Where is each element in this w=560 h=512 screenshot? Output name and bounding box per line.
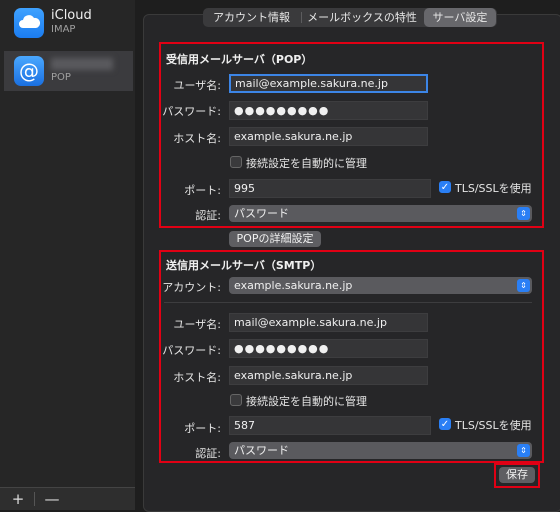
incoming-username-label: ユーザ名:: [173, 79, 222, 92]
account-type: IMAP: [51, 24, 76, 35]
tab-mailbox-behaviors[interactable]: メールボックスの特性: [302, 8, 422, 27]
pop-advanced-settings-button[interactable]: POPの詳細設定: [229, 231, 321, 247]
divider: [164, 302, 532, 303]
incoming-section-title: 受信用メールサーバ（POP）: [166, 53, 313, 66]
outgoing-tls-label: TLS/SSLを使用: [455, 419, 532, 432]
outgoing-port-label: ポート:: [184, 422, 221, 435]
at-sign-icon: @: [14, 56, 44, 86]
icloud-icon: [14, 8, 44, 38]
outgoing-auth-label: 認証:: [195, 447, 221, 460]
account-name-redacted: [51, 58, 113, 70]
incoming-auto-manage-label: 接続設定を自動的に管理: [246, 157, 367, 170]
incoming-password-label: パスワード:: [162, 105, 221, 118]
outgoing-password-label: パスワード:: [162, 344, 221, 357]
account-sidebar: iCloud IMAP @ POP + —: [0, 0, 135, 510]
tab-server-settings[interactable]: サーバ設定: [424, 8, 496, 27]
outgoing-auth-select[interactable]: パスワード ⇕: [229, 442, 532, 459]
divider: [34, 492, 35, 506]
outgoing-account-label: アカウント:: [162, 281, 221, 294]
remove-account-button[interactable]: —: [37, 488, 67, 510]
incoming-auth-label: 認証:: [195, 209, 221, 222]
incoming-password-field[interactable]: ●●●●●●●●●: [229, 101, 428, 120]
tab-account-info[interactable]: アカウント情報: [203, 8, 300, 27]
outgoing-username-label: ユーザ名:: [173, 318, 222, 331]
incoming-tls-label: TLS/SSLを使用: [455, 182, 532, 195]
outgoing-auth-value: パスワード: [234, 444, 289, 457]
save-button[interactable]: 保存: [499, 467, 535, 483]
account-item-pop[interactable]: @ POP: [4, 51, 133, 91]
outgoing-account-select[interactable]: example.sakura.ne.jp ⇕: [229, 277, 532, 294]
incoming-tls-checkbox[interactable]: ✓: [439, 181, 451, 193]
incoming-auth-select[interactable]: パスワード ⇕: [229, 205, 532, 222]
add-account-button[interactable]: +: [3, 488, 33, 510]
incoming-username-field[interactable]: mail@example.sakura.ne.jp: [229, 74, 428, 93]
outgoing-host-label: ホスト名:: [173, 371, 221, 384]
outgoing-host-field[interactable]: example.sakura.ne.jp: [229, 366, 428, 385]
chevron-updown-icon: ⇕: [517, 207, 530, 220]
account-item-icloud[interactable]: iCloud IMAP: [4, 3, 133, 43]
incoming-host-field[interactable]: example.sakura.ne.jp: [229, 127, 428, 146]
chevron-updown-icon: ⇕: [517, 279, 530, 292]
chevron-updown-icon: ⇕: [517, 444, 530, 457]
outgoing-auto-manage-label: 接続設定を自動的に管理: [246, 395, 367, 408]
outgoing-auto-manage-checkbox[interactable]: [230, 394, 242, 406]
incoming-auth-value: パスワード: [234, 207, 289, 220]
outgoing-account-value: example.sakura.ne.jp: [234, 279, 353, 292]
account-name: iCloud: [51, 8, 92, 23]
sidebar-toolbar: + —: [0, 487, 135, 510]
tab-bar: アカウント情報 メールボックスの特性 サーバ設定: [203, 8, 497, 27]
incoming-port-field[interactable]: 995: [229, 179, 431, 198]
outgoing-password-field[interactable]: ●●●●●●●●●: [229, 339, 428, 358]
outgoing-port-field[interactable]: 587: [229, 416, 431, 435]
incoming-port-label: ポート:: [184, 184, 221, 197]
outgoing-tls-checkbox[interactable]: ✓: [439, 418, 451, 430]
incoming-host-label: ホスト名:: [173, 132, 221, 145]
incoming-auto-manage-checkbox[interactable]: [230, 156, 242, 168]
outgoing-section-title: 送信用メールサーバ（SMTP）: [166, 259, 322, 272]
outgoing-username-field[interactable]: mail@example.sakura.ne.jp: [229, 313, 428, 332]
account-type: POP: [51, 72, 71, 83]
